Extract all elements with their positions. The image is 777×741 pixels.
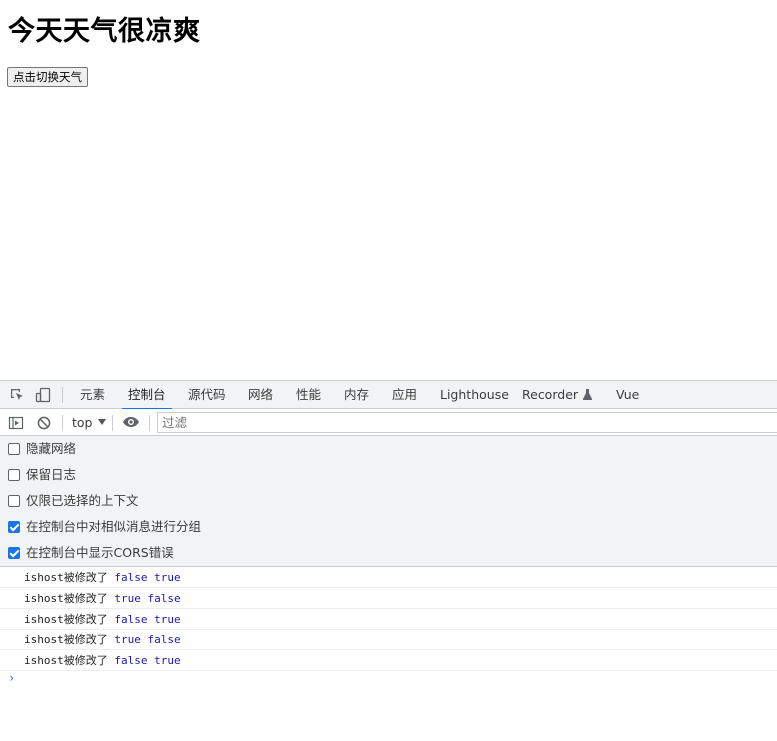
message-content: ishost被修改了 false true (24, 609, 181, 630)
console-filter-input[interactable] (157, 412, 777, 433)
checkbox-checked[interactable] (8, 521, 20, 533)
toggle-weather-button[interactable]: 点击切换天气 (7, 67, 88, 87)
device-toolbar-icon[interactable] (35, 387, 51, 403)
message-values: false true (114, 654, 181, 667)
tab-network[interactable]: 网络 (248, 381, 273, 409)
message-text: ishost被修改了 (24, 613, 108, 626)
tab-recorder-label: Recorder (522, 387, 579, 402)
setting-show-cors-errors[interactable]: 在控制台中显示CORS错误 (8, 544, 174, 562)
message-text: ishost被修改了 (24, 633, 108, 646)
console-toolbar: top (0, 409, 777, 436)
checkbox-checked[interactable] (8, 547, 20, 559)
setting-label: 在控制台中对相似消息进行分组 (26, 519, 202, 534)
toolbar-separator (112, 415, 113, 431)
message-values: false true (114, 613, 181, 626)
devtools-panel: 元素 控制台 源代码 网络 性能 内存 应用 Lighthouse Record… (0, 380, 777, 741)
tab-vue[interactable]: Vue (616, 381, 639, 409)
dropdown-arrow-icon (98, 419, 107, 425)
tab-console[interactable]: 控制台 (122, 381, 171, 410)
checkbox[interactable] (8, 443, 20, 455)
setting-label: 隐藏网络 (26, 441, 77, 456)
sidebar-toggle-icon[interactable] (8, 415, 24, 431)
tabbar-separator (62, 387, 63, 403)
message-values: false true (114, 571, 181, 584)
experiment-flask-icon (583, 389, 593, 400)
context-selector-value: top (72, 415, 93, 430)
devtools-tabbar: 元素 控制台 源代码 网络 性能 内存 应用 Lighthouse Record… (0, 381, 777, 410)
toolbar-separator (62, 415, 63, 431)
message-text: ishost被修改了 (24, 571, 108, 584)
setting-hide-network[interactable]: 隐藏网络 (8, 440, 76, 458)
message-text: ishost被修改了 (24, 654, 108, 667)
message-text: ishost被修改了 (24, 592, 108, 605)
clear-console-icon[interactable] (36, 415, 52, 431)
message-content: ishost被修改了 false true (24, 650, 181, 671)
setting-label: 在控制台中显示CORS错误 (26, 545, 174, 560)
tab-recorder[interactable]: Recorder (522, 381, 593, 409)
tab-memory[interactable]: 内存 (344, 381, 369, 409)
console-prompt-icon[interactable]: › (8, 671, 15, 685)
setting-group-similar[interactable]: 在控制台中对相似消息进行分组 (8, 518, 201, 536)
message-values: true false (114, 592, 181, 605)
checkbox[interactable] (8, 495, 20, 507)
setting-selected-context-only[interactable]: 仅限已选择的上下文 (8, 492, 139, 510)
tab-sources[interactable]: 源代码 (188, 381, 226, 409)
live-expression-eye-icon[interactable] (122, 414, 140, 430)
checkbox[interactable] (8, 469, 20, 481)
console-message: ishost被修改了 false true (0, 567, 777, 588)
message-content: ishost被修改了 true false (24, 588, 181, 609)
message-values: true false (114, 633, 181, 646)
web-page: 今天天气很凉爽 点击切换天气 (0, 0, 777, 380)
tab-performance[interactable]: 性能 (296, 381, 321, 409)
setting-label: 保留日志 (26, 467, 77, 482)
setting-preserve-log[interactable]: 保留日志 (8, 466, 76, 484)
tab-elements[interactable]: 元素 (80, 381, 105, 409)
message-content: ishost被修改了 false true (24, 567, 181, 588)
console-message: ishost被修改了 true false (0, 588, 777, 609)
console-settings-pane: 隐藏网络 保留日志 仅限已选择的上下文 在控制台中对相似消息进行分组 在控制台中… (0, 436, 777, 567)
tab-lighthouse[interactable]: Lighthouse (440, 381, 509, 409)
context-selector[interactable]: top (72, 409, 107, 436)
setting-label: 仅限已选择的上下文 (26, 493, 139, 508)
console-message: ishost被修改了 false true (0, 650, 777, 671)
inspect-element-icon[interactable] (9, 387, 25, 403)
console-message: ishost被修改了 true false (0, 629, 777, 650)
toolbar-separator (149, 415, 150, 431)
console-message: ishost被修改了 false true (0, 609, 777, 630)
tab-application[interactable]: 应用 (392, 381, 417, 409)
console-output: ishost被修改了 false true ishost被修改了 true fa… (0, 567, 777, 741)
message-content: ishost被修改了 true false (24, 629, 181, 650)
page-title: 今天天气很凉爽 (8, 16, 201, 47)
